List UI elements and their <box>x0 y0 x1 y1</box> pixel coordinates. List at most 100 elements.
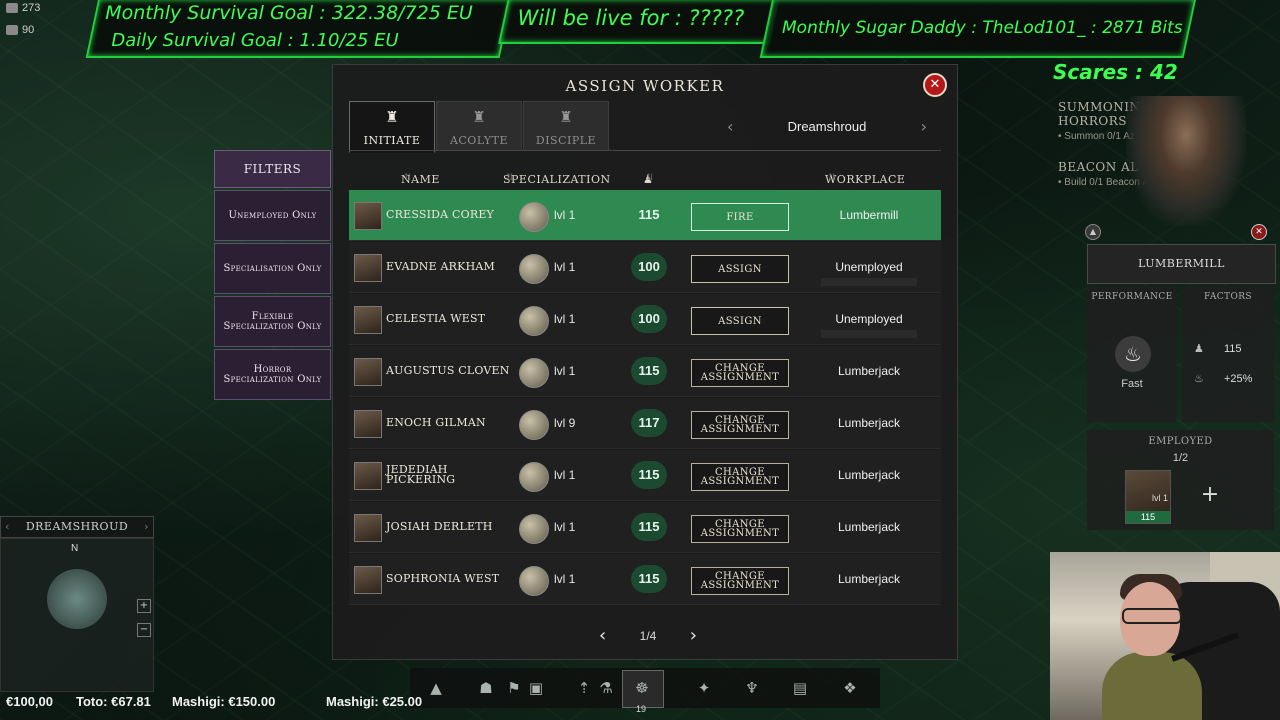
research-icon[interactable]: ✦ <box>694 678 714 698</box>
worker-row[interactable]: JOSIAH DERLETH lvl 1 115 CHANGE ASSIGNMENT L… <box>349 502 941 553</box>
worker-level: lvl 1 <box>554 520 576 534</box>
rituals-icon[interactable]: ♆ <box>742 678 762 698</box>
webcam-glasses <box>1122 608 1182 624</box>
filter-flexible-specialization-only[interactable]: Flexible Specialization Only <box>214 296 331 347</box>
worker-workplace: Lumberjack <box>837 364 901 378</box>
worker-row[interactable]: SOPHRONIA WEST lvl 1 115 CHANGE ASSIGNMENT L… <box>349 554 941 605</box>
worker-action-button[interactable]: FIRE <box>691 203 789 231</box>
tab-disciple[interactable]: ♜ DISCIPLE <box>523 101 609 151</box>
speed-label: Fast <box>1121 378 1143 390</box>
archive-icon[interactable]: ▤ <box>790 678 810 698</box>
factors-label: FACTORS <box>1204 292 1252 302</box>
worker-action-button[interactable]: CHANGE ASSIGNMENT <box>691 567 789 595</box>
worker-score: 100 <box>631 305 667 333</box>
workplace-placeholder-bar <box>821 278 917 286</box>
worker-row[interactable]: AUGUSTUS CLOVEN lvl 1 115 CHANGE ASSIGNMENT… <box>349 346 941 397</box>
daily-goal-text: Daily Survival Goal : 1.10/25 EU <box>111 30 399 51</box>
worker-name: JOSIAH DERLETH <box>386 520 493 533</box>
worker-portrait <box>354 462 382 490</box>
worker-portrait <box>354 254 382 282</box>
factor-score-value: 115 <box>1224 343 1242 355</box>
storage-icon[interactable]: ⚑ <box>504 678 524 698</box>
donation-ticker: €100,00 Toto: €67.81 Mashigi: €150.00 Ma… <box>0 694 440 714</box>
worker-score: 115 <box>631 513 667 541</box>
specialization-icon <box>519 254 549 284</box>
cult-icon: ☸ <box>635 679 649 697</box>
cult-badge: 19 <box>636 704 647 714</box>
factor-score: ♟ 115 <box>1194 342 1242 355</box>
minimap[interactable]: N + − <box>0 538 154 692</box>
worker-name: SOPHRONIA WEST <box>386 572 500 585</box>
building-name: LUMBERMILL <box>1087 244 1276 284</box>
resource-counter-2: 90 <box>6 24 34 36</box>
worker-action-button[interactable]: ASSIGN <box>691 307 789 335</box>
crates-icon[interactable]: ▣ <box>526 678 546 698</box>
worker-level: lvl 9 <box>554 416 576 430</box>
performance-label: PERFORMANCE <box>1091 292 1173 302</box>
worker-action-button[interactable]: CHANGE ASSIGNMENT <box>691 515 789 543</box>
minimap-terrain <box>47 569 107 629</box>
worker-name: CRESSIDA COREY <box>386 208 495 221</box>
filter-unemployed-only[interactable]: Unemployed Only <box>214 190 331 241</box>
filters-panel: FILTERS Unemployed Only Specialisation O… <box>214 150 331 400</box>
chevron-right-icon[interactable]: › <box>144 517 149 537</box>
factor-bonus-value: +25% <box>1224 373 1253 385</box>
live-for-banner: Will be live for : ????? <box>498 0 780 44</box>
worker-row[interactable]: ENOCH GILMAN lvl 9 117 CHANGE ASSIGNMENT Lum… <box>349 398 941 449</box>
specialization-icon <box>519 462 549 492</box>
sugar-daddy-banner: Monthly Sugar Daddy : TheLod101_ : 2871 … <box>759 0 1197 58</box>
tab-acolyte[interactable]: ♜ ACOLYTE <box>436 101 522 151</box>
chevron-left-icon[interactable]: ‹ <box>727 117 733 136</box>
performance-box: PERFORMANCE ♨ Fast <box>1087 286 1177 422</box>
specialization-icon <box>519 410 549 440</box>
worker-name: AUGUSTUS CLOVEN <box>386 364 510 377</box>
close-building-icon[interactable]: ✕ <box>1251 224 1267 240</box>
collapse-icon[interactable]: ▲ <box>1085 224 1101 240</box>
worker-action-button[interactable]: CHANGE ASSIGNMENT <box>691 359 789 387</box>
scares-counter: Scares : 42 <box>1053 60 1178 84</box>
horrors-icon[interactable]: ❖ <box>840 678 860 698</box>
factor-bonus: ♨ +25% <box>1194 372 1252 385</box>
specialization-icon <box>519 358 549 388</box>
sort-icon: ⇅ <box>828 173 837 183</box>
upgrade-icon[interactable]: ⇡ <box>574 678 594 698</box>
close-icon[interactable]: ✕ <box>923 73 947 97</box>
flame-icon: ♨ <box>1115 336 1151 372</box>
chevron-right-icon[interactable]: › <box>921 117 927 136</box>
npc-portrait <box>1126 96 1246 226</box>
worker-row[interactable]: CELESTIA WEST lvl 1 100 ASSIGN Unemployed <box>349 294 941 345</box>
chevron-left-icon[interactable]: ‹ <box>5 517 10 537</box>
specialization-icon <box>519 202 549 232</box>
zoom-in-icon[interactable]: + <box>137 599 151 613</box>
employee-score: 115 <box>1126 511 1170 523</box>
worker-row[interactable]: JEDEDIAH PICKERING lvl 1 115 CHANGE ASSIGNM… <box>349 450 941 501</box>
worker-row[interactable]: CRESSIDA COREY lvl 1 115 FIRE Lumbermill <box>349 190 941 241</box>
add-worker-icon[interactable]: + <box>1195 480 1225 510</box>
zoom-out-icon[interactable]: − <box>137 623 151 637</box>
resources-icon[interactable]: ☗ <box>476 678 496 698</box>
worker-action-button[interactable]: CHANGE ASSIGNMENT <box>691 463 789 491</box>
disciple-icon: ♜ <box>559 108 573 126</box>
bottom-toolbar: ▲ ☗ ⚑ ▣ ⇡ ⚗ ☸ 19 ✦ ♆ ▤ ❖ <box>410 668 880 714</box>
worker-score: 115 <box>631 357 667 385</box>
tab-label: DISCIPLE <box>535 134 597 147</box>
minimap-title: DREAMSHROUD <box>25 520 129 533</box>
alchemy-icon[interactable]: ⚗ <box>596 678 616 698</box>
worker-icon: ♟ <box>1194 342 1204 355</box>
filter-specialisation-only[interactable]: Specialisation Only <box>214 243 331 294</box>
worker-action-button[interactable]: ASSIGN <box>691 255 789 283</box>
webcam-scarf <box>1102 652 1202 720</box>
specialization-icon <box>519 566 549 596</box>
worker-action-button[interactable]: CHANGE ASSIGNMENT <box>691 411 789 439</box>
worker-row[interactable]: EVADNE ARKHAM lvl 1 100 ASSIGN Unemployed <box>349 242 941 293</box>
monthly-goal-text: Monthly Survival Goal : 322.38/725 EU <box>105 2 473 24</box>
employed-box: EMPLOYED 1/2 lvl 1 115 + <box>1087 430 1274 530</box>
worker-score: 117 <box>631 409 667 437</box>
tab-initiate[interactable]: ♜ INITIATE <box>349 101 435 153</box>
employee-card[interactable]: lvl 1 115 <box>1125 470 1171 524</box>
factors-box: FACTORS ♟ 115 ♨ +25% <box>1182 286 1274 422</box>
filter-horror-specialization-only[interactable]: Horror Specialization Only <box>214 349 331 400</box>
resource-value: 273 <box>22 2 41 14</box>
prev-page-icon[interactable]: ‹ <box>599 625 606 646</box>
next-page-icon[interactable]: › <box>690 625 697 646</box>
